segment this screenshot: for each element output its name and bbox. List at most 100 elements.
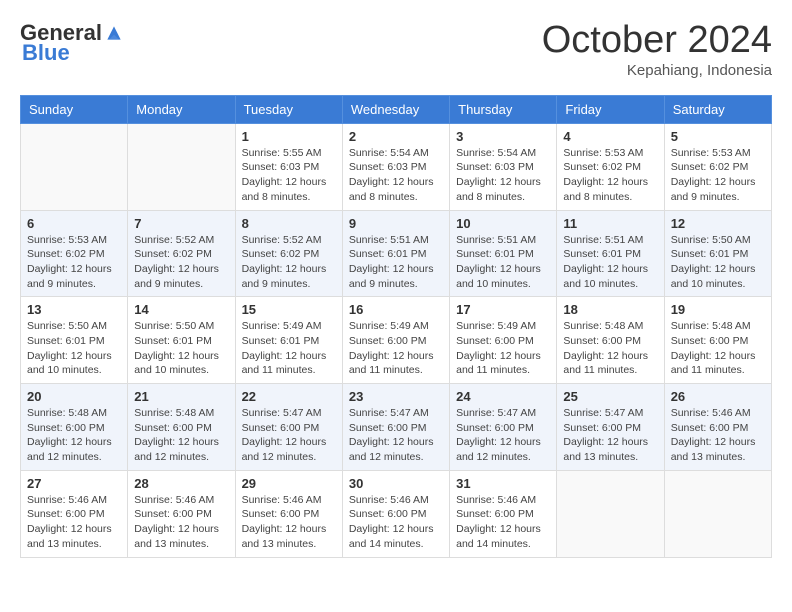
day-info: Sunrise: 5:52 AMSunset: 6:02 PMDaylight:… <box>242 233 336 292</box>
sunset-text: Sunset: 6:01 PM <box>134 334 228 349</box>
day-number: 12 <box>671 216 765 231</box>
sunrise-text: Sunrise: 5:49 AM <box>456 319 550 334</box>
day-number: 10 <box>456 216 550 231</box>
sunset-text: Sunset: 6:02 PM <box>242 247 336 262</box>
day-number: 8 <box>242 216 336 231</box>
calendar-cell: 1Sunrise: 5:55 AMSunset: 6:03 PMDaylight… <box>235 123 342 210</box>
logo-blue: Blue <box>22 40 70 66</box>
sunrise-text: Sunrise: 5:49 AM <box>242 319 336 334</box>
daylight-text: Daylight: 12 hours and 9 minutes. <box>27 262 121 291</box>
sunrise-text: Sunrise: 5:53 AM <box>671 146 765 161</box>
calendar-cell: 30 Sunrise: 5:46 AMSunset: 6:00 PMDayligh… <box>342 470 449 557</box>
day-number: 1 <box>242 129 336 144</box>
daylight-text: Daylight: 12 hours and 13 minutes. <box>671 435 765 464</box>
sunrise-text: Sunrise: 5:54 AM <box>349 146 443 161</box>
sunset-text: Sunset: 6:00 PM <box>563 421 657 436</box>
sunset-text: Sunset: 6:00 PM <box>456 421 550 436</box>
daylight-text: Daylight: 12 hours and 9 minutes. <box>242 262 336 291</box>
daylight-text: Daylight: 12 hours and 8 minutes. <box>456 175 550 204</box>
day-info: Sunrise: 5:47 AMSunset: 6:00 PMDaylight:… <box>242 406 336 465</box>
day-info: Sunrise: 5:50 AMSunset: 6:01 PMDaylight:… <box>27 319 121 378</box>
day-info: Sunrise: 5:53 AMSunset: 6:02 PMDaylight:… <box>671 146 765 205</box>
daylight-text: Daylight: 12 hours and 9 minutes. <box>671 175 765 204</box>
header-wednesday: Wednesday <box>342 95 449 123</box>
daylight-text: Daylight: 12 hours and 8 minutes. <box>242 175 336 204</box>
daylight-text: Daylight: 12 hours and 9 minutes. <box>349 262 443 291</box>
calendar-week-row: 20Sunrise: 5:48 AMSunset: 6:00 PMDayligh… <box>21 384 772 471</box>
sunset-text: Sunset: 6:01 PM <box>242 334 336 349</box>
title-section: October 2024 Kepahiang, Indonesia <box>542 20 772 79</box>
day-info: Sunrise: 5:46 AMSunset: 6:00 PMDaylight:… <box>456 493 550 552</box>
calendar-cell: 27 Sunrise: 5:46 AMSunset: 6:00 PMDayligh… <box>21 470 128 557</box>
daylight-text: Daylight: 12 hours and 10 minutes. <box>27 349 121 378</box>
sunrise-text: Sunrise: 5:55 AM <box>242 146 336 161</box>
day-number: 31 <box>456 476 550 491</box>
sunset-text: Sunset: 6:00 PM <box>671 334 765 349</box>
day-number: 19 <box>671 302 765 317</box>
day-number: 11 <box>563 216 657 231</box>
daylight-text: Daylight: 12 hours and 8 minutes. <box>349 175 443 204</box>
daylight-text: Daylight: 12 hours and 11 minutes. <box>349 349 443 378</box>
calendar-cell <box>128 123 235 210</box>
calendar-week-row: 6Sunrise: 5:53 AMSunset: 6:02 PMDaylight… <box>21 210 772 297</box>
calendar-cell: 10Sunrise: 5:51 AMSunset: 6:01 PMDayligh… <box>450 210 557 297</box>
sunrise-text: Sunrise: 5:46 AM <box>27 493 121 508</box>
calendar-cell: 24Sunrise: 5:47 AMSunset: 6:00 PMDayligh… <box>450 384 557 471</box>
calendar-table: SundayMondayTuesdayWednesdayThursdayFrid… <box>20 95 772 558</box>
daylight-text: Daylight: 12 hours and 12 minutes. <box>134 435 228 464</box>
daylight-text: Daylight: 12 hours and 12 minutes. <box>242 435 336 464</box>
calendar-cell: 5 Sunrise: 5:53 AMSunset: 6:02 PMDaylight… <box>664 123 771 210</box>
day-info: Sunrise: 5:49 AMSunset: 6:01 PMDaylight:… <box>242 319 336 378</box>
daylight-text: Daylight: 12 hours and 9 minutes. <box>134 262 228 291</box>
sunset-text: Sunset: 6:00 PM <box>242 421 336 436</box>
sunset-text: Sunset: 6:00 PM <box>134 421 228 436</box>
calendar-cell: 16Sunrise: 5:49 AMSunset: 6:00 PMDayligh… <box>342 297 449 384</box>
calendar-cell <box>21 123 128 210</box>
daylight-text: Daylight: 12 hours and 13 minutes. <box>27 522 121 551</box>
sunrise-text: Sunrise: 5:51 AM <box>456 233 550 248</box>
calendar-header-row: SundayMondayTuesdayWednesdayThursdayFrid… <box>21 95 772 123</box>
header-friday: Friday <box>557 95 664 123</box>
month-title: October 2024 <box>542 20 772 62</box>
day-number: 17 <box>456 302 550 317</box>
sunset-text: Sunset: 6:02 PM <box>134 247 228 262</box>
sunrise-text: Sunrise: 5:52 AM <box>242 233 336 248</box>
day-number: 27 <box>27 476 121 491</box>
sunrise-text: Sunrise: 5:50 AM <box>671 233 765 248</box>
day-info: Sunrise: 5:46 AMSunset: 6:00 PMDaylight:… <box>349 493 443 552</box>
sunrise-text: Sunrise: 5:49 AM <box>349 319 443 334</box>
sunset-text: Sunset: 6:00 PM <box>134 507 228 522</box>
header-sunday: Sunday <box>21 95 128 123</box>
day-info: Sunrise: 5:51 AMSunset: 6:01 PMDaylight:… <box>563 233 657 292</box>
day-info: Sunrise: 5:52 AMSunset: 6:02 PMDaylight:… <box>134 233 228 292</box>
calendar-cell: 13Sunrise: 5:50 AMSunset: 6:01 PMDayligh… <box>21 297 128 384</box>
sunset-text: Sunset: 6:02 PM <box>563 160 657 175</box>
sunrise-text: Sunrise: 5:46 AM <box>242 493 336 508</box>
calendar-cell: 17 Sunrise: 5:49 AMSunset: 6:00 PMDayligh… <box>450 297 557 384</box>
sunset-text: Sunset: 6:00 PM <box>242 507 336 522</box>
daylight-text: Daylight: 12 hours and 13 minutes. <box>242 522 336 551</box>
page-header: General Blue October 2024 Kepahiang, Ind… <box>20 20 772 79</box>
sunrise-text: Sunrise: 5:46 AM <box>349 493 443 508</box>
calendar-cell: 25Sunrise: 5:47 AMSunset: 6:00 PMDayligh… <box>557 384 664 471</box>
daylight-text: Daylight: 12 hours and 13 minutes. <box>563 435 657 464</box>
calendar-cell <box>557 470 664 557</box>
day-number: 5 <box>671 129 765 144</box>
calendar-cell <box>664 470 771 557</box>
day-info: Sunrise: 5:46 AMSunset: 6:00 PMDaylight:… <box>27 493 121 552</box>
sunrise-text: Sunrise: 5:52 AM <box>134 233 228 248</box>
day-number: 21 <box>134 389 228 404</box>
day-info: Sunrise: 5:49 AMSunset: 6:00 PMDaylight:… <box>456 319 550 378</box>
day-number: 30 <box>349 476 443 491</box>
calendar-cell: 14Sunrise: 5:50 AMSunset: 6:01 PMDayligh… <box>128 297 235 384</box>
day-info: Sunrise: 5:46 AMSunset: 6:00 PMDaylight:… <box>242 493 336 552</box>
sunset-text: Sunset: 6:03 PM <box>349 160 443 175</box>
header-tuesday: Tuesday <box>235 95 342 123</box>
daylight-text: Daylight: 12 hours and 11 minutes. <box>671 349 765 378</box>
day-number: 22 <box>242 389 336 404</box>
day-number: 9 <box>349 216 443 231</box>
daylight-text: Daylight: 12 hours and 12 minutes. <box>456 435 550 464</box>
daylight-text: Daylight: 12 hours and 11 minutes. <box>563 349 657 378</box>
day-info: Sunrise: 5:47 AMSunset: 6:00 PMDaylight:… <box>349 406 443 465</box>
day-info: Sunrise: 5:51 AMSunset: 6:01 PMDaylight:… <box>349 233 443 292</box>
